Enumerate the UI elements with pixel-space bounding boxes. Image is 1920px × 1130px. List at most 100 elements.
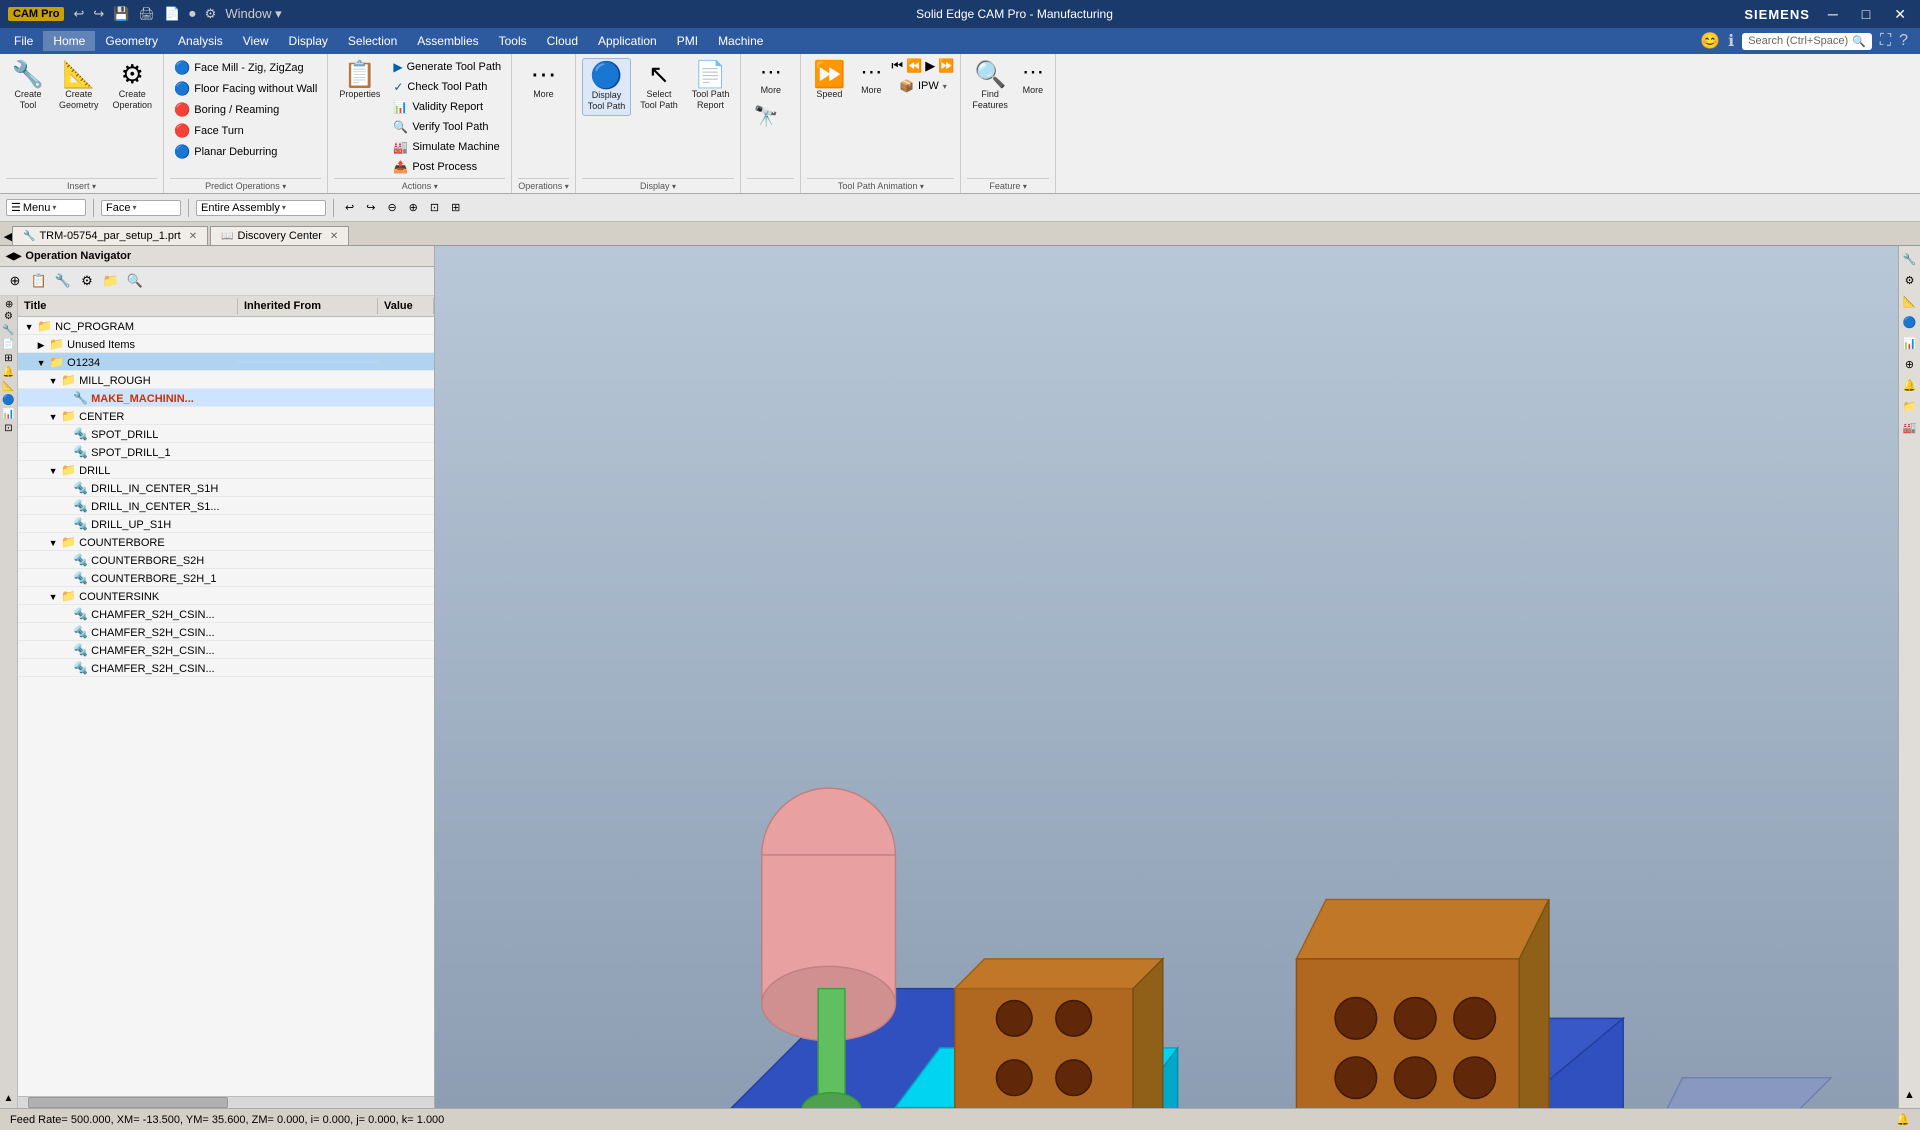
tree-scrollbar[interactable] <box>18 1096 434 1108</box>
info-icon[interactable]: ℹ <box>1728 31 1734 51</box>
menu-cloud[interactable]: Cloud <box>537 31 588 51</box>
expand-drill[interactable]: ▼ <box>48 466 58 476</box>
vt-icon-10[interactable]: ⊡ <box>4 423 12 434</box>
vt-icon-6[interactable]: 🔔 <box>2 367 14 378</box>
panel-icon-3[interactable]: 🔧 <box>52 270 74 292</box>
print-icon[interactable]: 🖨 <box>135 5 158 23</box>
simulate-machine-button[interactable]: 🏭 Simulate Machine <box>389 138 505 156</box>
tree-row[interactable]: ▼ 📁 COUNTERSINK <box>18 587 434 605</box>
question-icon[interactable]: ? <box>1899 32 1908 50</box>
redo-icon[interactable]: ↪ <box>90 5 107 23</box>
menu-geometry[interactable]: Geometry <box>95 31 168 51</box>
verify-tool-path-button[interactable]: 🔍 Verify Tool Path <box>389 118 505 136</box>
properties-button[interactable]: 📋 Properties <box>334 58 385 103</box>
create-geometry-button[interactable]: 📐 CreateGeometry <box>54 58 104 114</box>
tree-row[interactable]: ▼ 📁 DRILL <box>18 461 434 479</box>
menu-file[interactable]: File <box>4 31 43 51</box>
expand-icon[interactable]: ⛶ <box>1880 32 1891 50</box>
expand-counterbore[interactable]: ▼ <box>48 538 58 548</box>
more-operations-button[interactable]: ⋯ More <box>521 58 565 103</box>
tree-row[interactable]: 🔩 COUNTERBORE_S2H_1 <box>18 569 434 587</box>
panel-icon-1[interactable]: ⊕ <box>4 270 26 292</box>
record-icon[interactable]: ⏺ <box>186 5 199 23</box>
create-operation-button[interactable]: ⚙ CreateOperation <box>108 58 158 114</box>
expand-o1234[interactable]: ▼ <box>36 358 46 368</box>
sidebar-icon-4[interactable]: 🔵 <box>1901 313 1919 331</box>
menu-display[interactable]: Display <box>279 31 338 51</box>
scrollbar-thumb[interactable] <box>28 1097 228 1108</box>
back-btn[interactable]: ↩ <box>341 199 358 216</box>
menu-tools[interactable]: Tools <box>489 31 537 51</box>
new-icon[interactable]: 📄 <box>161 5 183 23</box>
vt-icon-4[interactable]: 📄 <box>2 339 14 350</box>
menu-machine[interactable]: Machine <box>708 31 773 51</box>
sidebar-icon-1[interactable]: 🔧 <box>1901 250 1919 268</box>
close-tab-main[interactable]: ✕ <box>189 231 197 242</box>
check-tool-path-button[interactable]: ✓ Check Tool Path <box>389 78 505 96</box>
tree-row[interactable]: 🔩 DRILL_IN_CENTER_S1... <box>18 497 434 515</box>
expand-nc-program[interactable]: ▼ <box>24 322 34 332</box>
tree-row[interactable]: 🔩 SPOT_DRILL <box>18 425 434 443</box>
probe-icon[interactable]: 🔭 <box>751 101 782 132</box>
step-back-button[interactable]: ⏪ <box>906 58 922 74</box>
sidebar-icon-2[interactable]: ⚙ <box>1901 271 1919 289</box>
vt-icon-11[interactable]: ▲ <box>4 1093 14 1104</box>
rewind-button[interactable]: ⏮ <box>891 58 903 74</box>
tree-row[interactable]: 🔩 CHAMFER_S2H_CSIN... <box>18 623 434 641</box>
panel-icon-2[interactable]: 📋 <box>28 270 50 292</box>
vt-icon-1[interactable]: ⊕ <box>3 300 14 308</box>
floor-facing-button[interactable]: 🔵 Floor Facing without Wall <box>170 79 321 99</box>
expand-mill-rough[interactable]: ▼ <box>48 376 58 386</box>
vt-icon-2[interactable]: ⚙ <box>4 311 13 322</box>
close-tab-discovery[interactable]: ✕ <box>330 231 338 242</box>
menu-assemblies[interactable]: Assemblies <box>407 31 488 51</box>
menu-view[interactable]: View <box>233 31 279 51</box>
tab-main-file[interactable]: 🔧 TRM-05754_par_setup_1.prt ✕ <box>12 226 208 245</box>
undo-icon[interactable]: ↩ <box>70 5 87 23</box>
tree-row[interactable]: 🔩 DRILL_UP_S1H <box>18 515 434 533</box>
search-box[interactable]: Search (Ctrl+Space) 🔍 <box>1742 33 1872 50</box>
vt-icon-9[interactable]: 📊 <box>2 409 14 420</box>
expand-btn[interactable]: ⊞ <box>447 199 464 216</box>
step-fwd-button[interactable]: ⏩ <box>938 58 954 74</box>
display-tool-path-button[interactable]: 🔵 DisplayTool Path <box>582 58 632 116</box>
vt-icon-7[interactable]: 📐 <box>2 381 14 392</box>
sidebar-icon-6[interactable]: ⊕ <box>1901 355 1919 373</box>
save-icon[interactable]: 💾 <box>110 5 132 23</box>
boring-reaming-button[interactable]: 🔴 Boring / Reaming <box>170 100 321 120</box>
3d-viewport[interactable]: X Y Z <box>435 246 1898 1108</box>
tree-row[interactable]: ▼ 📁 O1234 <box>18 353 434 371</box>
tree-row[interactable]: 🔩 CHAMFER_S2H_CSIN... <box>18 659 434 677</box>
sidebar-icon-7[interactable]: 🔔 <box>1901 376 1919 394</box>
validity-report-button[interactable]: 📊 Validity Report <box>389 98 505 116</box>
status-icon[interactable]: 🔔 <box>1896 1113 1910 1126</box>
vt-icon-3[interactable]: 🔧 <box>2 325 14 336</box>
zoom-out-btn[interactable]: ⊖ <box>383 199 400 216</box>
tree-row[interactable]: ▼ 📁 COUNTERBORE <box>18 533 434 551</box>
tree-row[interactable]: 🔩 SPOT_DRILL_1 <box>18 443 434 461</box>
fit-btn[interactable]: ⊡ <box>426 199 443 216</box>
face-dropdown[interactable]: Face ▾ <box>101 200 181 216</box>
post-process-button[interactable]: 📤 Post Process <box>389 158 505 176</box>
zoom-in-btn[interactable]: ⊕ <box>405 199 422 216</box>
sidebar-icon-5[interactable]: 📊 <box>1901 334 1919 352</box>
sidebar-icon-3[interactable]: 📐 <box>1901 292 1919 310</box>
tree-row[interactable]: 🔩 CHAMFER_S2H_CSIN... <box>18 641 434 659</box>
menu-selection[interactable]: Selection <box>338 31 407 51</box>
tree-row[interactable]: 🔩 COUNTERBORE_S2H <box>18 551 434 569</box>
tool-path-report-button[interactable]: 📄 Tool PathReport <box>687 58 735 114</box>
menu-home[interactable]: Home <box>43 31 95 51</box>
tree-row[interactable]: ▶ 📁 Unused Items <box>18 335 434 353</box>
minimize-button[interactable]: ─ <box>1822 4 1844 24</box>
help-icon[interactable]: 😊 <box>1700 31 1720 51</box>
tree-row[interactable]: 🔩 DRILL_IN_CENTER_S1H <box>18 479 434 497</box>
tab-prev[interactable]: ◀ <box>4 227 12 245</box>
menu-analysis[interactable]: Analysis <box>168 31 233 51</box>
vt-icon-8[interactable]: 🔵 <box>2 395 14 406</box>
close-button[interactable]: ✕ <box>1888 4 1912 25</box>
menu-pmi[interactable]: PMI <box>667 31 708 51</box>
more-animation-button[interactable]: ⋯ More <box>855 58 887 99</box>
panel-icon-5[interactable]: 📁 <box>100 270 122 292</box>
more-display-button[interactable]: ⋯ More <box>751 58 791 99</box>
speed-button[interactable]: ⏩ Speed <box>807 58 851 103</box>
